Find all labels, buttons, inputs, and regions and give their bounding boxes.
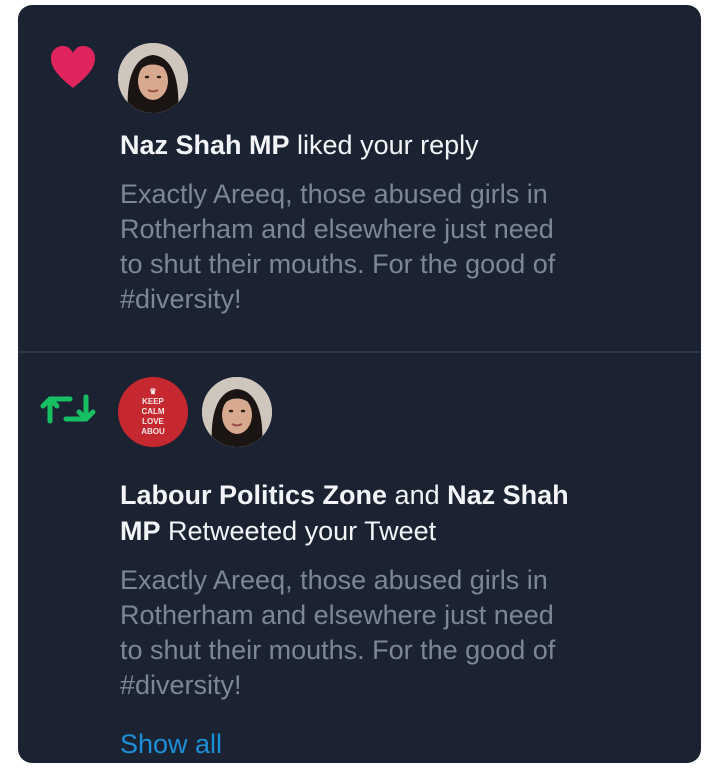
tweet-text: Exactly Areeq, those abused girls in Rot… xyxy=(120,565,556,700)
action-text: Retweeted your Tweet xyxy=(168,516,437,546)
avatar[interactable] xyxy=(118,43,188,113)
avatar-image xyxy=(202,377,272,447)
crown-icon: ♛ xyxy=(149,387,157,396)
action-text: liked your reply xyxy=(297,130,479,160)
actor-name[interactable]: Naz Shah xyxy=(447,480,569,510)
notification-title: Labour Politics Zone and Naz Shah MP Ret… xyxy=(120,477,680,549)
notification-title: Naz Shah MP liked your reply xyxy=(120,127,680,163)
retweet-icon xyxy=(40,394,96,424)
notification-like[interactable]: Naz Shah MP liked your reply Exactly Are… xyxy=(18,5,701,351)
connector-text: and xyxy=(394,480,440,510)
notifications-screen: Naz Shah MP liked your reply Exactly Are… xyxy=(18,5,701,763)
actor-name[interactable]: Labour Politics Zone xyxy=(120,480,387,510)
tweet-text: Exactly Areeq, those abused girls in Rot… xyxy=(120,179,556,314)
show-all-link[interactable]: Show all xyxy=(120,727,222,761)
heart-icon xyxy=(51,46,95,88)
keep-calm-logo: ♛ KEEP CALM LOVE ABOU xyxy=(141,387,165,436)
actor-name-continued[interactable]: MP xyxy=(120,516,161,546)
avatar[interactable]: ♛ KEEP CALM LOVE ABOU xyxy=(118,377,188,447)
actor-name[interactable]: Naz Shah MP xyxy=(120,130,290,160)
avatar-image xyxy=(118,43,188,113)
avatar[interactable] xyxy=(202,377,272,447)
